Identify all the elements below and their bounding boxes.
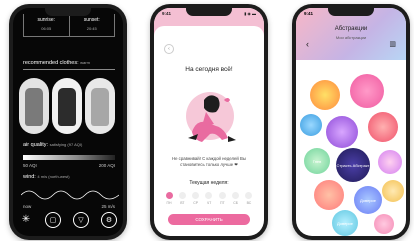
clothes-heading: recommended clothes: warm [23, 60, 90, 66]
phone-mood-app: 9:41 ▮ ◉ ▬ ‹ На сегодня всё! Не сравнива… [150, 4, 268, 240]
abstraction-bubble[interactable] [300, 114, 322, 136]
day-dot [205, 192, 213, 199]
wind-left-label: now [23, 204, 32, 209]
wind-right-label: 25 m/s [101, 204, 115, 209]
day-item[interactable]: ЧТ [204, 192, 214, 205]
page-title: Абстракции [334, 26, 368, 32]
abstraction-bubble[interactable] [310, 80, 340, 110]
day-item[interactable]: ВТ [177, 192, 187, 205]
day-label: ПН [166, 201, 172, 205]
phone-notch [186, 8, 232, 16]
page-title: На сегодня всё! [185, 66, 233, 73]
day-item[interactable]: ВС [244, 192, 254, 205]
abstraction-bubble[interactable] [314, 180, 344, 210]
day-dot [232, 192, 240, 199]
wind-wave [21, 190, 119, 200]
gear-icon[interactable]: ⚙ [101, 212, 117, 228]
abstraction-bubble[interactable] [382, 180, 404, 202]
triangle-down-icon[interactable]: ▽ [73, 212, 89, 228]
abstraction-bubble[interactable] [326, 116, 358, 148]
clothes-sub: warm [80, 60, 90, 65]
coat-image [58, 88, 76, 126]
save-button[interactable]: СОХРАНИТЬ [168, 214, 250, 225]
header-card-top [154, 26, 264, 38]
weather-screen: sunrise: 06:05 sunset: 20:45 recommended… [13, 8, 123, 236]
wind-sub: 4 m/s (north-west) [37, 174, 70, 179]
abstraction-screen: 9:41 Абстракции Мои абстракции ‹ ▥ Страс… [296, 8, 406, 236]
air-max-label: 200 AQI [98, 163, 115, 168]
day-dot [192, 192, 200, 199]
air-heading: air quality: satisfying (97 AQI) [23, 142, 82, 148]
sunrise-label: sunrise: [37, 17, 55, 23]
coat-image [25, 88, 43, 126]
abstraction-bubble[interactable]: Доверие [332, 210, 358, 236]
abstraction-bubble[interactable]: Доверие [354, 186, 382, 214]
clothes-item[interactable] [19, 78, 49, 134]
sunset-label: sunset: [83, 17, 100, 23]
phone-abstraction-app: 9:41 Абстракции Мои абстракции ‹ ▥ Страс… [292, 4, 410, 240]
abstraction-bubble[interactable] [374, 214, 394, 234]
day-item[interactable]: СР [191, 192, 201, 205]
sunset-time: 20:45 [86, 26, 97, 31]
abstraction-bubble[interactable] [378, 150, 402, 174]
snowflake-icon[interactable]: ✳ [19, 212, 33, 226]
sunrise-time: 06:05 [41, 26, 52, 31]
abstraction-bubble[interactable]: Гнев [304, 148, 330, 174]
day-label: СБ [233, 201, 239, 205]
week-selector: ПН ВТ СР ЧТ ПТ СБ ВС [164, 192, 254, 205]
day-dot [178, 192, 186, 199]
day-item[interactable]: ПТ [217, 192, 227, 205]
coat-image [91, 88, 109, 126]
back-button[interactable]: ‹ [164, 44, 174, 54]
air-min-label: 50 AQI [23, 163, 37, 168]
wind-label: wind: [23, 174, 36, 180]
back-arrow-icon[interactable]: ‹ [306, 39, 309, 49]
bottom-nav: ✳ ▢ ▽ ⚙ [19, 212, 117, 228]
abstraction-bubble[interactable] [350, 74, 384, 108]
divider [23, 69, 115, 70]
mood-screen: 9:41 ▮ ◉ ▬ ‹ На сегодня всё! Не сравнива… [154, 8, 264, 236]
day-dot [218, 192, 226, 199]
box-icon[interactable]: ▢ [45, 212, 61, 228]
phone-notch [45, 8, 91, 16]
day-label: ПТ [219, 201, 225, 205]
status-icons: ▮ ◉ ▬ [244, 11, 256, 16]
encouragement-text: Не сравнивай! С каждой неделей Вы станов… [172, 156, 246, 167]
abstraction-bubble[interactable]: Страсть Абстракт [336, 148, 370, 182]
wind-heading: wind: 4 m/s (north-west) [23, 174, 70, 180]
day-label: ВС [246, 201, 252, 205]
day-item[interactable]: ПН [164, 192, 174, 205]
clothes-carousel[interactable] [19, 78, 123, 136]
air-sub: satisfying (97 AQI) [49, 142, 83, 147]
status-time: 9:41 [304, 11, 314, 16]
air-label: air quality: [23, 142, 49, 148]
status-time: 9:41 [162, 11, 172, 16]
map-icon[interactable]: ▥ [389, 40, 396, 48]
sunset-box: sunset: 20:45 [69, 14, 115, 37]
clothes-item[interactable] [85, 78, 115, 134]
day-label: ЧТ [206, 201, 212, 205]
day-label: ВТ [180, 201, 185, 205]
clothes-item[interactable] [52, 78, 82, 134]
day-label: СР [193, 201, 199, 205]
day-item[interactable]: СБ [231, 192, 241, 205]
woman-illustration [186, 92, 236, 142]
day-dot [165, 192, 173, 199]
week-label: Текущая неделя: [189, 180, 229, 186]
phone-notch [328, 8, 374, 16]
clothes-label: recommended clothes: [23, 60, 79, 66]
air-quality-bar [23, 155, 115, 160]
abstraction-bubble[interactable] [368, 112, 398, 142]
day-dot [245, 192, 253, 199]
phone-weather-app: sunrise: 06:05 sunset: 20:45 recommended… [9, 4, 127, 240]
sun-times: sunrise: 06:05 sunset: 20:45 [23, 14, 115, 37]
sunrise-box: sunrise: 06:05 [23, 14, 70, 37]
